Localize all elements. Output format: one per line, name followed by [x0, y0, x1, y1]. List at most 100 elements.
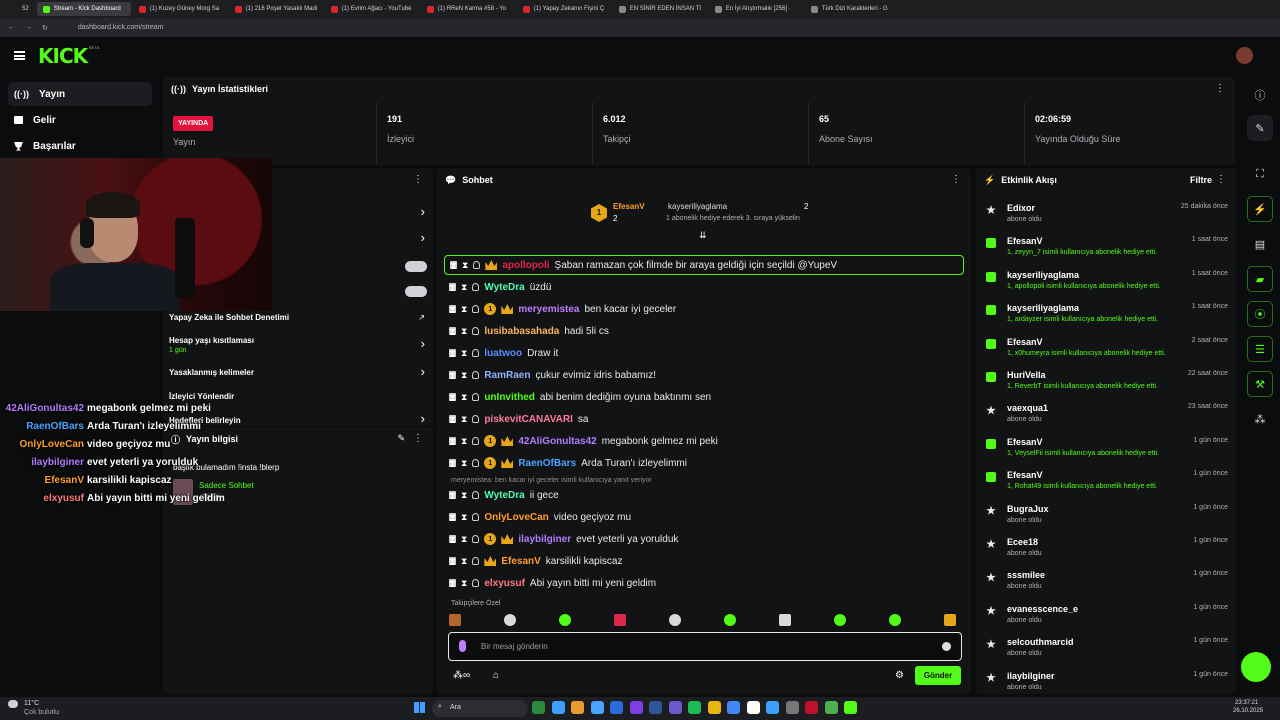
start-button[interactable] — [414, 702, 425, 713]
chevron-right-icon[interactable]: › — [421, 411, 425, 426]
event-username[interactable]: EfesanV — [1007, 337, 1043, 347]
spotify-icon[interactable] — [688, 701, 701, 714]
ai-moderation-item[interactable]: Yapay Zeka ile Sohbet Denetimi — [169, 313, 289, 322]
more-icon[interactable]: ⋮ — [413, 174, 423, 185]
chat-username[interactable]: elxyusuf — [484, 578, 525, 589]
event-item[interactable]: evanesscence_e abone oldu 1 gün önce — [986, 602, 1228, 635]
timeout-icon[interactable]: ⧗ — [461, 490, 467, 501]
more-icon[interactable]: ⋮ — [1215, 83, 1225, 94]
event-item[interactable]: EfesanV 1, Rohat49 isimli kullanıcıya abo… — [986, 468, 1228, 501]
event-username[interactable]: kayseriliyaglama — [1007, 270, 1079, 280]
gifter-name[interactable]: EfesanV — [613, 202, 645, 211]
chat-message[interactable]: ⧗ ⧗ OnlyLoveCan video geçiyoz mu — [449, 507, 631, 527]
event-item[interactable]: Edixor abone oldu 25 dakika önce — [986, 201, 1228, 234]
chevron-right-icon[interactable]: › — [421, 230, 425, 245]
outlook-icon[interactable] — [610, 701, 623, 714]
info-icon[interactable]: ⓘ — [1247, 82, 1273, 108]
chat-message[interactable]: ⧗ ⧗ 1 RaenOfBars Arda Turan'ı izleyelimmi — [449, 453, 687, 473]
app-icon[interactable] — [785, 701, 799, 714]
delete-icon[interactable]: ⧗ — [449, 557, 456, 568]
timeout-icon[interactable]: ⧗ — [461, 304, 467, 315]
browser-icon[interactable] — [766, 701, 779, 714]
chat-username[interactable]: EfesanV — [501, 556, 540, 567]
emote-icon[interactable] — [449, 614, 461, 626]
chat-message[interactable]: ⧗ ⧗ RamRaen çukur evimiz idris babamız! — [449, 365, 656, 385]
timeout-icon[interactable]: ⧗ — [461, 326, 467, 337]
chevron-right-icon[interactable]: › — [421, 336, 425, 351]
event-username[interactable]: EfesanV — [1007, 236, 1043, 246]
timeout-icon[interactable]: ⧗ — [461, 414, 467, 425]
forward-icon[interactable]: → — [25, 24, 32, 31]
delete-icon[interactable]: ⧗ — [449, 491, 456, 502]
timeout-icon[interactable]: ⧗ — [461, 534, 467, 545]
chat-username[interactable]: luatwoo — [484, 348, 522, 359]
whatsapp-icon[interactable] — [824, 701, 838, 714]
timeout-icon[interactable]: ⧗ — [461, 512, 467, 523]
chrome-icon[interactable] — [707, 701, 721, 714]
clock-time[interactable]: 23:37:21 — [1235, 700, 1258, 706]
emote-icon[interactable] — [504, 614, 516, 626]
timeout-icon[interactable]: ⧗ — [461, 370, 467, 381]
delete-icon[interactable]: ⧗ — [449, 371, 456, 382]
delete-icon[interactable]: ⧗ — [449, 283, 456, 294]
chat-username[interactable]: WyteDra — [484, 490, 524, 501]
emoji-icon[interactable] — [942, 642, 951, 651]
delete-icon[interactable]: ⧗ — [449, 327, 456, 338]
chat-input[interactable]: Bir mesaj gönderin — [448, 632, 962, 661]
recipient-name[interactable]: kayseriliyaglama — [668, 202, 727, 211]
reload-icon[interactable]: ↻ — [42, 24, 48, 32]
delete-icon[interactable]: ⧗ — [449, 349, 456, 360]
document-icon[interactable]: ▤ — [1247, 231, 1273, 257]
browser-tab[interactable]: (1) Kuzey Güney Morg Sa — [133, 2, 227, 16]
edit-icon[interactable]: ✎ — [1247, 115, 1273, 141]
chat-username[interactable]: WyteDra — [484, 282, 524, 293]
chat-message[interactable]: ⧗ ⧗ 1 ilaybilginer evet yeterli ya yorulduk — [449, 529, 678, 549]
settings-gear-icon[interactable]: ⚙ — [895, 670, 904, 681]
browser-tab[interactable]: (1) Evrim Ağacı - YouTube — [325, 2, 419, 16]
emote-icon[interactable] — [614, 614, 626, 626]
toggle-switch[interactable] — [405, 286, 427, 297]
chat-message[interactable]: ⧗ ⧗ lusibabasahada hadi 5li cs — [449, 321, 609, 341]
timeout-icon[interactable]: ⧗ — [461, 578, 467, 589]
chat-message[interactable]: ⧗ ⧗ elxyusuf Abi yayın bitti mi yeni geldim — [449, 573, 656, 593]
taskbar-search[interactable]: ⌕ Ara — [432, 700, 528, 717]
delete-icon[interactable]: ⧗ — [449, 579, 456, 590]
nav-item-yayin[interactable]: ((·)) Yayın — [8, 82, 152, 106]
timeout-icon[interactable]: ⧗ — [461, 436, 467, 447]
emote-icon[interactable] — [779, 614, 791, 626]
chat-message[interactable]: ⧗ ⧗ 1 42AliGonultas42 megabonk gelmez mi pek… — [449, 431, 718, 451]
event-username[interactable]: Ecee18 — [1007, 537, 1038, 547]
sliders-icon[interactable]: ☰ — [1247, 336, 1273, 362]
microphone-icon[interactable] — [459, 640, 466, 652]
chat-message[interactable]: ⧗ ⧗ apollopoli Şaban ramazan çok filmde bir… — [444, 255, 964, 275]
edit-icon[interactable]: ✎ — [397, 433, 405, 444]
event-item[interactable]: selcouthmarcid abone oldu 1 gün önce — [986, 635, 1228, 668]
delete-icon[interactable]: ⧗ — [449, 437, 456, 448]
timeout-icon[interactable]: ⧗ — [461, 392, 467, 403]
event-username[interactable]: kayseriliyaglama — [1007, 303, 1079, 313]
event-username[interactable]: ilaybilginer — [1007, 671, 1055, 681]
delete-icon[interactable]: ⧗ — [449, 415, 456, 426]
emote-icon[interactable] — [724, 614, 736, 626]
browser-tab[interactable]: EN SİNİR EDEN İNSAN Tİ — [613, 2, 707, 16]
crop-icon[interactable]: ⛶ — [1247, 161, 1273, 187]
chat-username[interactable]: RamRaen — [484, 370, 530, 381]
file-explorer-icon[interactable] — [571, 701, 584, 714]
timeout-icon[interactable]: ⧗ — [461, 556, 467, 567]
event-item[interactable]: vaexqua1 abone oldu 23 saat önce — [986, 401, 1228, 434]
browser-tab[interactable]: En İyi Atıştırmalık [256] · — [709, 2, 803, 16]
delete-icon[interactable]: ⧗ — [449, 513, 456, 524]
event-item[interactable]: Ecee18 abone oldu 1 gün önce — [986, 535, 1228, 568]
chat-username[interactable]: piskevitCANAVARI — [484, 414, 573, 425]
chat-message[interactable]: ⧗ ⧗ 1 meryemistea ben kacar iyi geceler — [449, 299, 676, 319]
chrome-profile-icon[interactable] — [727, 701, 740, 714]
nav-item-gelir[interactable]: Gelir — [8, 108, 152, 132]
xbox-icon[interactable] — [532, 701, 545, 714]
event-username[interactable]: Edixor — [1007, 203, 1035, 213]
emote-icon[interactable] — [944, 614, 956, 626]
edge-icon[interactable] — [551, 701, 565, 714]
event-item[interactable]: HuriVella 1, ReverbT isimli kullanıcıya a… — [986, 368, 1228, 401]
chat-message[interactable]: ⧗ ⧗ WyteDra üzdü — [449, 277, 551, 297]
chat-message[interactable]: ⧗ ⧗ WyteDra ii gece — [449, 485, 559, 505]
event-item[interactable]: BugraJux abone oldu 1 gün önce — [986, 502, 1228, 535]
